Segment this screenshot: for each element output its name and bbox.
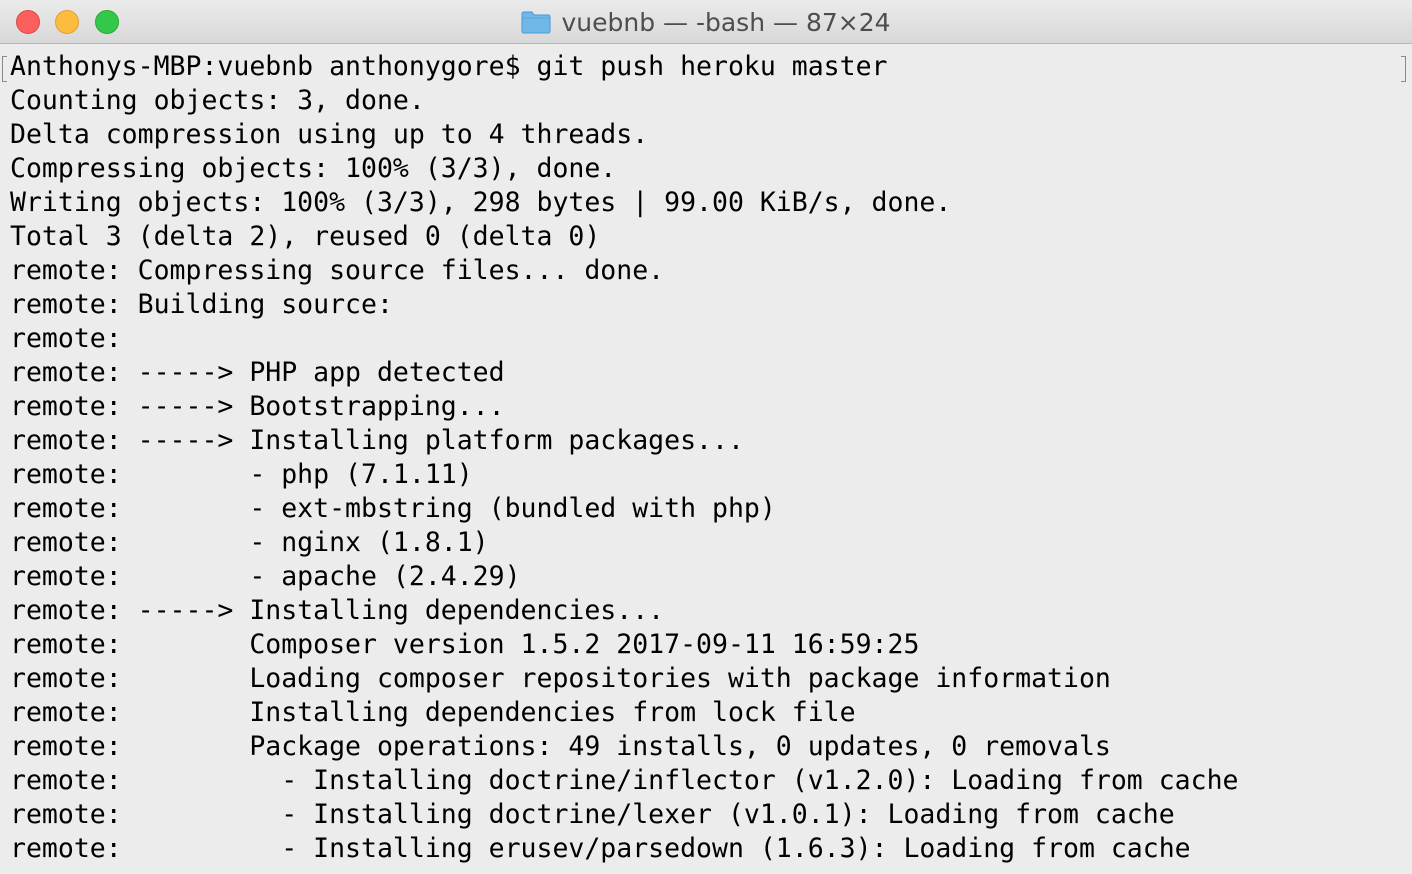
terminal-line: Delta compression using up to 4 threads. — [10, 119, 649, 150]
terminal-line: remote: Composer version 1.5.2 2017-09-1… — [10, 629, 920, 660]
scroll-marker-left — [2, 56, 7, 82]
terminal-window: vuebnb — -bash — 87×24 Anthonys-MBP:vueb… — [0, 0, 1412, 874]
terminal-line: remote: Loading composer repositories wi… — [10, 663, 1111, 694]
terminal-line: remote: - apache (2.4.29) — [10, 561, 521, 592]
terminal-line: Total 3 (delta 2), reused 0 (delta 0) — [10, 221, 601, 252]
folder-icon — [521, 11, 551, 34]
terminal-line: remote: -----> Installing platform packa… — [10, 425, 744, 456]
window-title-group: vuebnb — -bash — 87×24 — [0, 0, 1412, 44]
terminal-line: remote: — [10, 323, 122, 354]
title-bar[interactable]: vuebnb — -bash — 87×24 — [0, 0, 1412, 44]
terminal-line: Counting objects: 3, done. — [10, 85, 425, 116]
terminal-line: remote: - Installing doctrine/lexer (v1.… — [10, 799, 1175, 830]
terminal-line: Anthonys-MBP:vuebnb anthonygore$ git pus… — [10, 51, 888, 82]
terminal-line: Writing objects: 100% (3/3), 298 bytes |… — [10, 187, 952, 218]
terminal-line: remote: - nginx (1.8.1) — [10, 527, 489, 558]
terminal-line: remote: Installing dependencies from loc… — [10, 697, 856, 728]
terminal-line: remote: -----> Installing dependencies..… — [10, 595, 665, 626]
terminal-line: remote: - Installing doctrine/inflector … — [10, 765, 1239, 796]
terminal-line: remote: - ext-mbstring (bundled with php… — [10, 493, 776, 524]
window-title: vuebnb — -bash — 87×24 — [561, 7, 891, 37]
terminal-line: remote: -----> PHP app detected — [10, 357, 505, 388]
terminal-line: remote: - php (7.1.11) — [10, 459, 473, 490]
terminal-line: remote: -----> Bootstrapping... — [10, 391, 505, 422]
terminal-line: Compressing objects: 100% (3/3), done. — [10, 153, 617, 184]
terminal-line: remote: Building source: — [10, 289, 393, 320]
terminal-output[interactable]: Anthonys-MBP:vuebnb anthonygore$ git pus… — [0, 45, 1412, 874]
terminal-line: remote: Compressing source files... done… — [10, 255, 665, 286]
terminal-lines: Anthonys-MBP:vuebnb anthonygore$ git pus… — [10, 50, 1412, 866]
terminal-line: remote: - Installing erusev/parsedown (1… — [10, 833, 1191, 864]
terminal-line: remote: Package operations: 49 installs,… — [10, 731, 1111, 762]
